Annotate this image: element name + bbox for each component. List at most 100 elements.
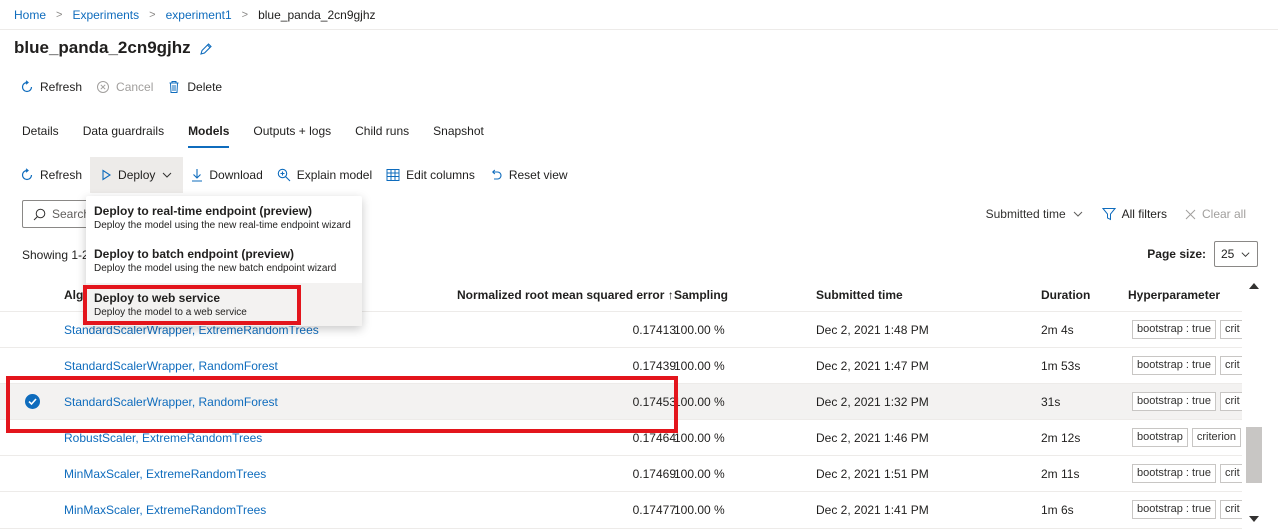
row-selected-check-icon[interactable] (25, 394, 40, 409)
col-duration[interactable]: Duration (1041, 288, 1090, 302)
filter-bar: Submitted time All filters Clear all (986, 207, 1246, 221)
row-sampling: 100.00 % (674, 467, 725, 481)
deploy-dropdown-menu: Deploy to real-time endpoint (preview) D… (86, 196, 362, 326)
trash-icon (169, 81, 179, 93)
page-size: Page size: 25 (1147, 241, 1258, 267)
table-icon (386, 169, 400, 181)
menu-item-deploy-batch[interactable]: Deploy to batch endpoint (preview) Deplo… (86, 239, 362, 282)
hyperparameter-chip: criterion (1191, 428, 1241, 447)
row-algorithm-link[interactable]: StandardScalerWrapper, RandomForest (64, 359, 278, 373)
page-size-value: 25 (1221, 247, 1235, 261)
chevron-down-icon (1241, 251, 1250, 257)
run-tabs: Details Data guardrails Models Outputs +… (22, 124, 508, 150)
tab-outputs-logs[interactable]: Outputs + logs (253, 124, 331, 150)
edit-columns-button[interactable]: Edit columns (386, 168, 475, 182)
submitted-time-filter[interactable]: Submitted time (986, 207, 1084, 221)
hyperparameter-chip: crit (1220, 392, 1242, 411)
menu-item-description: Deploy the model using the new batch end… (94, 263, 337, 274)
models-refresh-label: Refresh (40, 168, 83, 182)
deploy-button[interactable]: Deploy (90, 157, 184, 193)
row-submitted: Dec 2, 2021 1:47 PM (816, 359, 929, 373)
row-sampling: 100.00 % (674, 359, 725, 373)
row-error: 0.17477 (632, 503, 676, 517)
page-size-select[interactable]: 25 (1214, 241, 1258, 267)
menu-item-title: Deploy to web service (94, 291, 221, 305)
search-input[interactable]: Search (52, 207, 90, 221)
col-algorithm[interactable]: Alg (64, 288, 83, 302)
reset-view-label: Reset view (508, 168, 568, 182)
hyperparameter-chip: bootstrap : true (1132, 320, 1216, 339)
breadcrumb-home[interactable]: Home (14, 8, 46, 22)
hyperparameter-chip: bootstrap : true (1132, 500, 1216, 519)
run-refresh-button[interactable]: Refresh (20, 80, 82, 94)
download-label: Download (209, 168, 263, 182)
page-title-row: blue_panda_2cn9gjhz (14, 38, 213, 58)
row-submitted: Dec 2, 2021 1:51 PM (816, 467, 929, 481)
row-algorithm-link[interactable]: StandardScalerWrapper, RandomForest (64, 395, 278, 409)
chevron-right-icon: > (241, 8, 249, 21)
tab-data-guardrails[interactable]: Data guardrails (83, 124, 164, 150)
clear-all-button[interactable]: Clear all (1185, 207, 1246, 221)
filter-icon (1101, 208, 1116, 221)
menu-item-title: Deploy to real-time endpoint (preview) (94, 204, 313, 218)
breadcrumb-experiment1[interactable]: experiment1 (166, 8, 232, 22)
models-command-bar: Refresh Deploy Download Explain model Ed… (20, 157, 582, 193)
run-cancel-button[interactable]: Cancel (96, 80, 153, 94)
explain-model-button[interactable]: Explain model (277, 168, 372, 182)
row-hyperparameters: bootstrap : true crit (1128, 348, 1242, 384)
page-size-label: Page size: (1147, 247, 1206, 261)
tab-models[interactable]: Models (188, 124, 230, 150)
tab-snapshot[interactable]: Snapshot (433, 124, 484, 150)
table-row-selected[interactable]: StandardScalerWrapper, RandomForest 0.17… (0, 384, 1242, 420)
hyperparameter-chip: crit (1220, 500, 1242, 519)
search-box[interactable]: Search (22, 200, 92, 228)
col-sampling[interactable]: Sampling (674, 288, 728, 302)
table-row[interactable]: MinMaxScaler, ExtremeRandomTrees 0.17469… (0, 456, 1242, 492)
edit-pencil-icon[interactable] (199, 42, 213, 56)
menu-item-description: Deploy the model to a web service (94, 307, 247, 318)
row-hyperparameters: bootstrap : true crit (1128, 492, 1242, 528)
row-duration: 1m 6s (1041, 503, 1074, 517)
close-icon (1185, 209, 1196, 219)
table-row[interactable]: RobustScaler, ExtremeRandomTrees 0.17464… (0, 420, 1242, 456)
row-hyperparameters: bootstrap : true crit (1128, 384, 1242, 420)
tab-details[interactable]: Details (22, 124, 59, 150)
run-refresh-label: Refresh (40, 80, 83, 94)
col-submitted[interactable]: Submitted time (816, 288, 903, 302)
run-cancel-label: Cancel (116, 80, 154, 94)
tab-child-runs[interactable]: Child runs (355, 124, 409, 150)
run-delete-button[interactable]: Delete (167, 80, 222, 94)
row-sampling: 100.00 % (674, 323, 725, 337)
table-row[interactable]: StandardScalerWrapper, RandomForest 0.17… (0, 348, 1242, 384)
models-refresh-button[interactable]: Refresh (20, 168, 82, 182)
menu-item-deploy-realtime[interactable]: Deploy to real-time endpoint (preview) D… (86, 196, 362, 239)
menu-item-deploy-web-service[interactable]: Deploy to web service Deploy the model t… (86, 283, 362, 326)
row-algorithm-link[interactable]: MinMaxScaler, ExtremeRandomTrees (64, 503, 266, 517)
search-icon (33, 208, 46, 220)
breadcrumb-experiments[interactable]: Experiments (72, 8, 139, 22)
row-error: 0.17464 (632, 431, 676, 445)
table-scrollbar[interactable] (1242, 279, 1262, 529)
col-hyperparameter[interactable]: Hyperparameter (1128, 288, 1220, 302)
row-algorithm-link[interactable]: RobustScaler, ExtremeRandomTrees (64, 431, 262, 445)
clear-all-label: Clear all (1201, 207, 1246, 221)
showing-count: Showing 1-2 (22, 248, 89, 262)
scroll-down-icon[interactable] (1248, 515, 1260, 523)
hyperparameter-chip: bootstrap : true (1132, 392, 1216, 411)
download-button[interactable]: Download (191, 168, 263, 182)
reset-view-button[interactable]: Reset view (489, 168, 568, 182)
page-title: blue_panda_2cn9gjhz (14, 38, 191, 57)
explain-model-label: Explain model (296, 168, 373, 182)
zoom-in-icon (277, 168, 291, 182)
hyperparameter-chip: bootstrap : true (1132, 356, 1216, 375)
menu-item-description: Deploy the model using the new real-time… (94, 220, 351, 231)
col-error[interactable]: Normalized root mean squared error ↑ (457, 288, 674, 302)
row-duration: 31s (1041, 395, 1061, 409)
row-duration: 1m 53s (1041, 359, 1081, 373)
scrollbar-thumb[interactable] (1246, 427, 1262, 483)
row-algorithm-link[interactable]: MinMaxScaler, ExtremeRandomTrees (64, 467, 266, 481)
row-error: 0.17453 (632, 395, 676, 409)
table-row[interactable]: MinMaxScaler, ExtremeRandomTrees 0.17477… (0, 492, 1242, 529)
scroll-up-icon[interactable] (1248, 282, 1260, 290)
all-filters-button[interactable]: All filters (1101, 207, 1167, 221)
